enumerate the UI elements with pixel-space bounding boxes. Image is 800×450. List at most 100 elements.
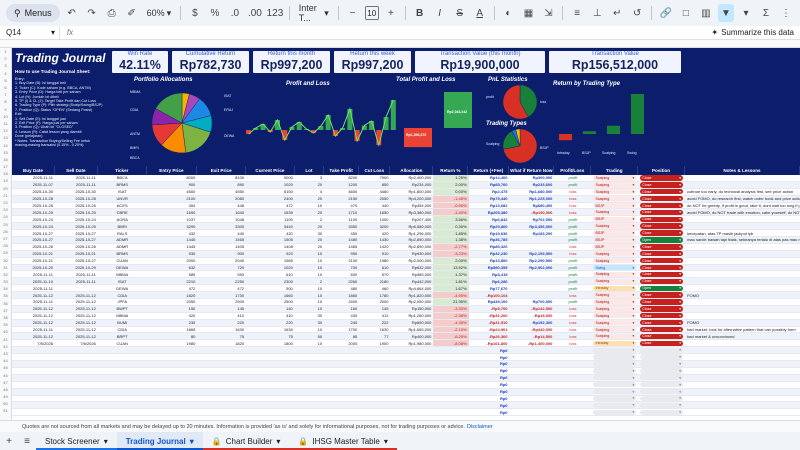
table-cell[interactable]: 30 (295, 320, 324, 326)
empty-cell[interactable] (197, 368, 246, 374)
empty-cell[interactable] (510, 402, 555, 408)
table-cell[interactable]: 2025-11-11 (55, 175, 98, 181)
profit-loss-cell[interactable]: profit (554, 230, 591, 236)
print-button[interactable]: ⎙ (104, 4, 120, 22)
empty-cell[interactable] (147, 368, 198, 374)
return-fee-cell[interactable]: -Rp161,800 (469, 340, 510, 346)
empty-cell[interactable] (685, 354, 800, 360)
table-cell[interactable]: 10 (295, 299, 324, 305)
table-cell[interactable]: 2025-10-27 (55, 237, 98, 243)
table-cell[interactable]: 4550 (197, 189, 246, 195)
position-dropdown[interactable]: Close ▾ (638, 182, 685, 188)
table-cell[interactable]: 2025-10-27 (55, 258, 98, 264)
valign-icon[interactable]: ⊥ (589, 4, 605, 22)
empty-cell[interactable] (324, 354, 359, 360)
return-fee-cell[interactable]: -Rp100,104 (469, 292, 510, 298)
return-fee-cell[interactable]: Rp36,785 (469, 237, 510, 243)
table-cell[interactable]: BRMS (98, 251, 147, 257)
notes-cell[interactable] (685, 306, 800, 312)
what-if-cell[interactable]: -Rp14,500 (510, 333, 555, 339)
empty-cell[interactable] (554, 354, 591, 360)
row-number[interactable]: 6 (0, 84, 11, 91)
row-number[interactable]: 1 (0, 48, 11, 55)
empty-chip[interactable]: ▾ (593, 347, 637, 353)
table-cell[interactable]: 1505 (246, 237, 295, 243)
empty-cell[interactable] (295, 396, 324, 402)
profit-loss-cell[interactable]: profit (554, 175, 591, 181)
position-chip[interactable]: Close ▾ (640, 251, 684, 257)
comment-icon[interactable]: □ (678, 4, 694, 22)
row-number[interactable]: 26 (0, 228, 11, 235)
profit-loss-cell[interactable]: profit (554, 182, 591, 188)
table-cell[interactable]: 220 (197, 320, 246, 326)
tab-ihsg-master-table[interactable]: 🔒 IHSG Master Table ▾ (289, 432, 397, 450)
table-cell[interactable]: 2025-11-12 (12, 333, 55, 339)
trading-type-chip[interactable]: Scalping ▾ (593, 292, 637, 298)
table-cell[interactable]: 145 (197, 306, 246, 312)
table-cell[interactable]: 1048 (197, 216, 246, 222)
undo-button[interactable]: ↶ (64, 4, 80, 22)
table-cell[interactable]: 2025-11-12 (12, 306, 55, 312)
empty-cell[interactable] (433, 389, 468, 395)
table-cell[interactable]: 593 (197, 271, 246, 277)
profit-loss-cell[interactable]: loss (554, 209, 591, 215)
align-left-icon[interactable]: ≡ (569, 4, 585, 22)
table-cell[interactable]: 472 (246, 203, 295, 209)
table-cell[interactable]: 3300 (197, 223, 246, 229)
empty-cell[interactable] (324, 409, 359, 415)
position-dropdown[interactable]: Close ▾ (638, 175, 685, 181)
position-dropdown[interactable]: Close ▾ (638, 292, 685, 298)
notes-cell[interactable] (685, 285, 800, 291)
summarize-button[interactable]: ✦ Summarize this data (711, 28, 794, 37)
table-cell[interactable]: 1430 (359, 237, 390, 243)
table-cell[interactable]: 2025-11-12 (55, 327, 98, 333)
row-number[interactable]: 46 (0, 371, 11, 378)
table-cell[interactable]: 930 (147, 251, 198, 257)
column-header[interactable]: Return (+Fee) (468, 166, 510, 175)
return-percent-cell[interactable]: -6.25% (433, 333, 469, 340)
row-number[interactable]: 24 (0, 213, 11, 220)
all-sheets-icon[interactable]: ≡ (18, 432, 36, 450)
empty-cell[interactable] (147, 354, 198, 360)
table-cell[interactable]: 2025-10-25 (55, 223, 98, 229)
empty-cell[interactable] (147, 409, 198, 415)
table-cell[interactable]: 2025-10-28 (12, 196, 55, 202)
empty-cell[interactable] (510, 368, 555, 374)
what-if-cell[interactable]: -Rp142,500 (510, 306, 555, 312)
table-cell[interactable]: UNVR (98, 196, 147, 202)
table-cell[interactable]: 2000 (359, 299, 390, 305)
row-number[interactable]: 48 (0, 386, 11, 393)
table-cell[interactable]: 2050 (147, 299, 198, 305)
column-header[interactable]: Profit/Loss (554, 166, 592, 175)
return-fee-cell[interactable]: Rp0 (469, 368, 510, 374)
table-cell[interactable]: 700 (324, 265, 359, 271)
row-number[interactable]: 27 (0, 235, 11, 242)
position-chip[interactable]: Close ▾ (640, 230, 684, 236)
row-number[interactable]: 42 (0, 343, 11, 350)
row-number[interactable]: 14 (0, 141, 11, 148)
merge-cells-icon[interactable]: ⇲ (540, 4, 556, 22)
trading-type-dropdown[interactable]: ▾ (591, 381, 638, 388)
return-percent-cell[interactable]: -4.35% (433, 319, 469, 326)
table-cell[interactable]: 1100 (246, 216, 295, 222)
table-cell[interactable]: 77 (359, 333, 390, 339)
return-fee-cell[interactable]: Rp13,682 (469, 203, 510, 209)
table-cell[interactable]: 2025-10-26 (55, 244, 98, 250)
empty-chip[interactable]: ▾ (593, 381, 637, 388)
table-cell[interactable]: 4460 (359, 189, 390, 195)
trading-type-dropdown[interactable]: Scalping ▾ (591, 189, 638, 195)
return-percent-cell[interactable]: -4.95% (433, 292, 469, 299)
column-header[interactable]: Ticker (98, 166, 147, 175)
return-percent-cell[interactable]: 3.56% (433, 216, 469, 223)
table-cell[interactable]: 1800 (246, 340, 295, 346)
table-cell[interactable]: 460 (359, 285, 390, 291)
table-cell[interactable]: 2025-11-11 (55, 182, 98, 188)
table-cell[interactable]: 412 (359, 313, 390, 319)
trading-type-dropdown[interactable]: Scalping ▾ (591, 326, 638, 333)
empty-chip[interactable]: ▾ (640, 354, 684, 360)
table-cell[interactable]: 910 (359, 251, 390, 257)
table-cell[interactable]: 2025-11-12 (12, 292, 55, 298)
empty-cell[interactable] (12, 354, 55, 360)
row-number[interactable]: 5 (0, 77, 11, 84)
table-cell[interactable]: Rp1,296,000 (390, 230, 433, 236)
